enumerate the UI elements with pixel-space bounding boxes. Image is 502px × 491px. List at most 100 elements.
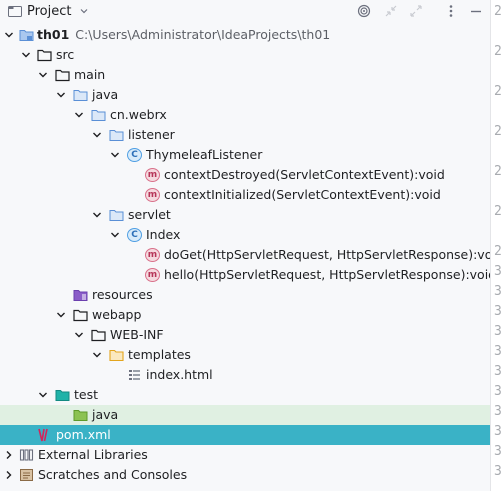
tree-row-web-inf[interactable]: WEB-INF bbox=[0, 325, 490, 345]
tree-label: WEB-INF bbox=[110, 327, 164, 342]
tree-label: listener bbox=[128, 127, 175, 142]
method-icon: m bbox=[145, 168, 160, 182]
folder-icon bbox=[91, 329, 106, 342]
package-folder-icon bbox=[91, 110, 106, 121]
line-number: 2 bbox=[494, 164, 502, 179]
maven-file-icon bbox=[38, 428, 48, 442]
source-folder-icon bbox=[73, 90, 88, 101]
line-number: 3 bbox=[494, 364, 502, 379]
line-number: 2 bbox=[494, 124, 502, 139]
folder-icon bbox=[73, 309, 88, 322]
line-number: 2 bbox=[494, 4, 502, 19]
tree-row-scratches-and-consoles[interactable]: Scratches and Consoles bbox=[0, 465, 490, 485]
tree-row-test-java[interactable]: java bbox=[0, 405, 490, 425]
tree-row-src[interactable]: src bbox=[0, 45, 490, 65]
tree-row-method-contextdestroyed[interactable]: m contextDestroyed(ServletContextEvent):… bbox=[0, 165, 490, 185]
tree-row-package-cn-webrx[interactable]: cn.webrx bbox=[0, 105, 490, 125]
tree-label: Scratches and Consoles bbox=[38, 467, 188, 482]
tree-label: doGet(HttpServletRequest, HttpServletRes… bbox=[164, 247, 502, 262]
tree-label: java bbox=[92, 407, 119, 422]
tree-row-method-contextinitialized[interactable]: m contextInitialized(ServletContextEvent… bbox=[0, 185, 490, 205]
tree-row-servlet[interactable]: servlet bbox=[0, 205, 490, 225]
more-icon[interactable] bbox=[443, 3, 459, 19]
editor-gutter: 2 2 2 2 2 2 2 3 3 3 3 3 3 3 3 3 3 3 bbox=[490, 0, 502, 491]
tree-row-java[interactable]: java bbox=[0, 85, 490, 105]
line-number: 2 bbox=[494, 84, 502, 99]
tree-row-index-html[interactable]: index.html bbox=[0, 365, 490, 385]
collapse-icon[interactable] bbox=[383, 3, 399, 19]
method-icon: m bbox=[145, 248, 160, 262]
line-number: 2 bbox=[494, 244, 502, 259]
method-icon: m bbox=[145, 268, 160, 282]
tree-label: cn.webrx bbox=[110, 107, 167, 122]
target-icon[interactable] bbox=[356, 3, 372, 19]
project-name: th01 bbox=[37, 27, 70, 42]
line-number: 3 bbox=[494, 344, 502, 359]
scratches-icon bbox=[20, 469, 33, 481]
tree-row-method-hello[interactable]: m hello(HttpServletRequest, HttpServletR… bbox=[0, 265, 496, 285]
tree-label: contextDestroyed(ServletContextEvent):vo… bbox=[164, 167, 445, 182]
project-path: C:\Users\Administrator\IdeaProjects\th01 bbox=[75, 27, 331, 42]
package-folder-icon bbox=[109, 210, 124, 221]
tree-label: main bbox=[74, 67, 106, 82]
chevron-right-icon[interactable] bbox=[4, 470, 14, 480]
resources-folder-icon bbox=[73, 290, 88, 301]
chevron-down-icon[interactable] bbox=[56, 310, 66, 320]
tool-window-header: Project bbox=[0, 0, 490, 24]
chevron-down-icon[interactable] bbox=[56, 90, 66, 100]
line-number: 3 bbox=[494, 404, 502, 419]
tree-label: java bbox=[92, 87, 119, 102]
tree-row-webapp[interactable]: webapp bbox=[0, 305, 490, 325]
line-number: 3 bbox=[494, 384, 502, 399]
tree-label: templates bbox=[128, 347, 191, 362]
chevron-down-icon[interactable] bbox=[92, 350, 102, 360]
tree-label: External Libraries bbox=[38, 447, 148, 462]
line-number: 3 bbox=[494, 464, 502, 479]
project-tool-window: Project th01 C:\Users\Administrator\Idea… bbox=[0, 0, 502, 491]
chevron-down-icon[interactable] bbox=[79, 6, 89, 16]
tree-row-test[interactable]: test bbox=[0, 385, 490, 405]
templates-folder-icon bbox=[109, 349, 124, 362]
test-folder-icon bbox=[55, 390, 70, 401]
tree-row-resources[interactable]: resources bbox=[0, 285, 490, 305]
chevron-down-icon[interactable] bbox=[38, 70, 48, 80]
tree-label: test bbox=[74, 387, 99, 402]
tree-label: pom.xml bbox=[56, 427, 111, 442]
test-source-folder-icon bbox=[73, 410, 88, 421]
tree-row-templates[interactable]: templates bbox=[0, 345, 490, 365]
tree-label: webapp bbox=[92, 307, 142, 322]
chevron-down-icon[interactable] bbox=[110, 150, 120, 160]
tree-row-class-index[interactable]: C Index bbox=[0, 225, 490, 245]
package-folder-icon bbox=[109, 130, 124, 141]
tool-window-title[interactable]: Project bbox=[27, 3, 71, 20]
tree-row-pom-xml[interactable]: pom.xml bbox=[0, 425, 490, 445]
chevron-down-icon[interactable] bbox=[110, 230, 120, 240]
chevron-down-icon[interactable] bbox=[38, 390, 48, 400]
expand-icon[interactable] bbox=[408, 3, 424, 19]
method-icon: m bbox=[145, 188, 160, 202]
tree-label: servlet bbox=[128, 207, 171, 222]
tree-row-main[interactable]: main bbox=[0, 65, 490, 85]
chevron-down-icon[interactable] bbox=[4, 30, 14, 40]
tree-label: resources bbox=[92, 287, 153, 302]
chevron-down-icon[interactable] bbox=[92, 210, 102, 220]
tree-label: ThymeleafListener bbox=[146, 147, 263, 162]
chevron-down-icon[interactable] bbox=[74, 110, 84, 120]
line-number: 3 bbox=[494, 324, 502, 339]
tree-row-th01[interactable]: th01 C:\Users\Administrator\IdeaProjects\… bbox=[0, 25, 490, 45]
tree-row-method-doget[interactable]: m doGet(HttpServletRequest, HttpServletR… bbox=[0, 245, 502, 265]
tree-label: contextInitialized(ServletContextEvent):… bbox=[164, 187, 441, 202]
tree-row-listener[interactable]: listener bbox=[0, 125, 490, 145]
minimize-icon[interactable] bbox=[468, 3, 484, 19]
tree-label: Index bbox=[146, 227, 181, 242]
chevron-down-icon[interactable] bbox=[92, 130, 102, 140]
line-number: 3 bbox=[494, 424, 502, 439]
chevron-right-icon[interactable] bbox=[4, 450, 14, 460]
line-number: 3 bbox=[494, 444, 502, 459]
class-icon: C bbox=[127, 148, 142, 162]
chevron-down-icon[interactable] bbox=[21, 50, 31, 60]
tree-row-external-libraries[interactable]: External Libraries bbox=[0, 445, 490, 465]
chevron-down-icon[interactable] bbox=[74, 330, 84, 340]
tree-label: hello(HttpServletRequest, HttpServletRes… bbox=[164, 267, 497, 282]
tree-row-class-thymeleaflistener[interactable]: C ThymeleafListener bbox=[0, 145, 490, 165]
